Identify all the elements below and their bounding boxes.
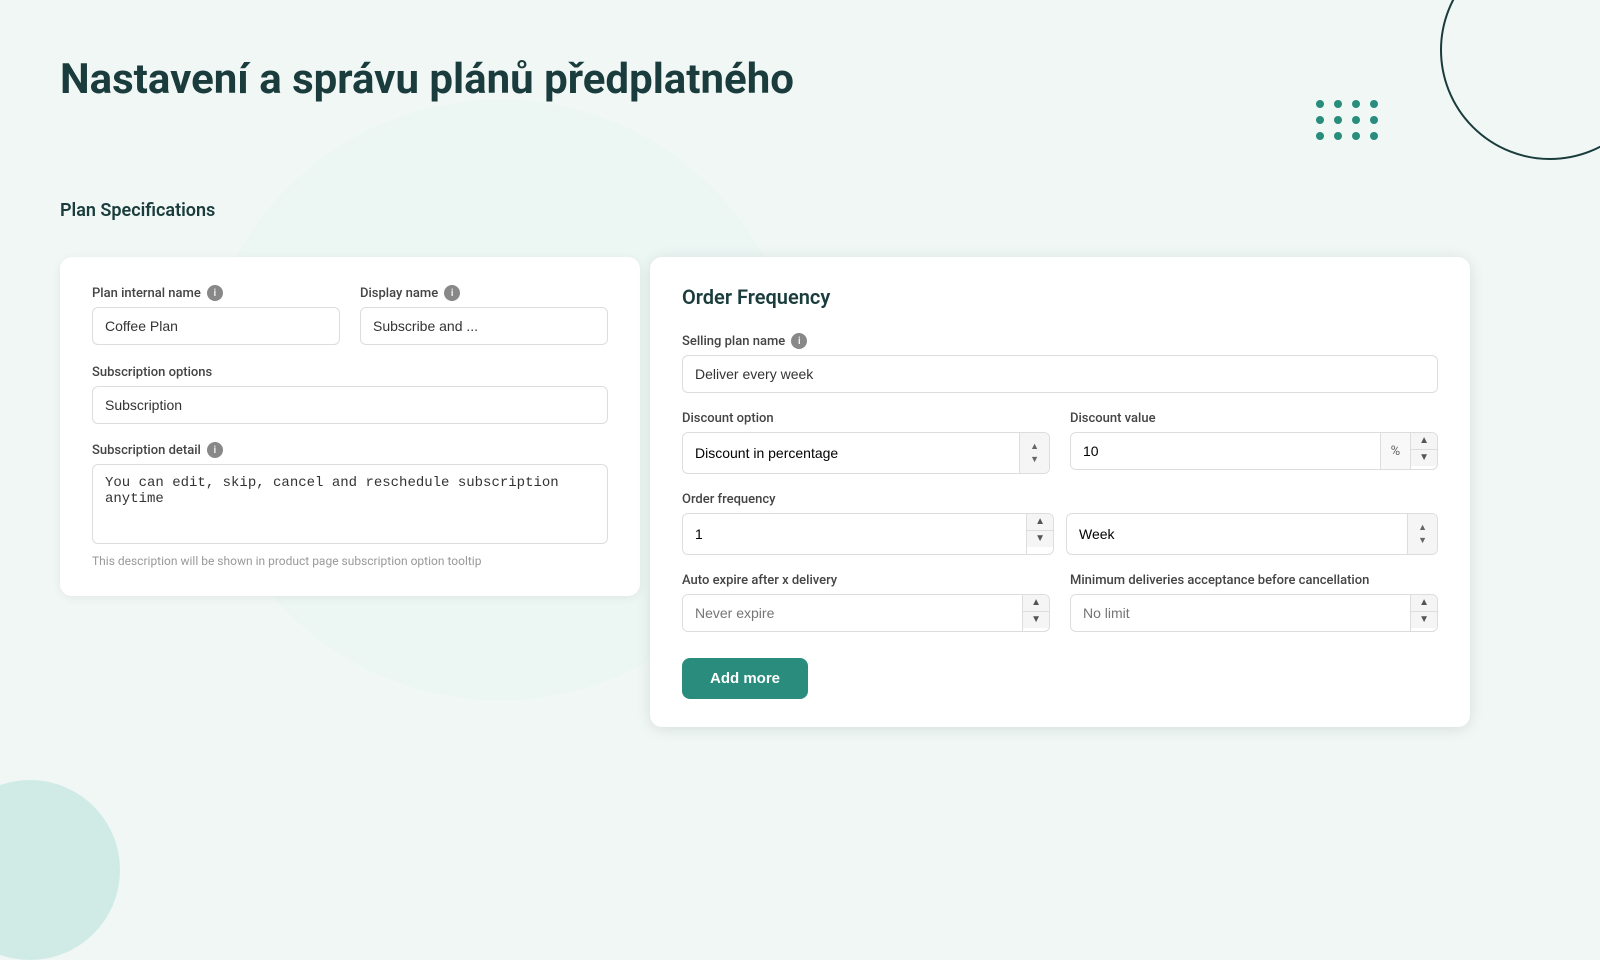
plan-internal-name-label: Plan internal name i <box>92 285 340 301</box>
discount-value-wrapper: % ▲ ▼ <box>1070 432 1438 470</box>
min-deliveries-stepper: ▲ ▼ <box>1410 595 1437 631</box>
subscription-detail-info-icon[interactable]: i <box>207 442 223 458</box>
auto-expire-input[interactable] <box>683 595 1022 631</box>
selling-plan-name-info-icon[interactable]: i <box>791 333 807 349</box>
order-frequency-title: Order Frequency <box>682 285 1438 309</box>
order-frequency-up[interactable]: ▲ <box>1027 514 1053 531</box>
content-area: Plan Specifications Plan internal name i… <box>60 200 1540 857</box>
discount-unit: % <box>1380 433 1411 469</box>
order-frequency-card: Order Frequency Selling plan name i Disc… <box>650 257 1470 727</box>
display-name-label: Display name i <box>360 285 608 301</box>
page-title: Nastavení a správu plánů předplatného <box>60 55 794 104</box>
bg-decoration-circle-top-right <box>1440 0 1600 160</box>
display-name-info-icon[interactable]: i <box>444 285 460 301</box>
auto-expire-down[interactable]: ▼ <box>1023 612 1049 628</box>
subscription-detail-label: Subscription detail i <box>92 442 608 458</box>
discount-option-select[interactable]: Discount in percentage Fixed amount disc… <box>683 435 1019 471</box>
plan-internal-name-info-icon[interactable]: i <box>207 285 223 301</box>
plan-specifications-card: Plan internal name i Display name i Subs… <box>60 257 640 596</box>
min-deliveries-down[interactable]: ▼ <box>1411 612 1437 628</box>
discount-value-input[interactable] <box>1071 433 1380 469</box>
discount-option-group: Discount option Discount in percentage F… <box>682 411 1050 474</box>
section-title: Plan Specifications <box>60 200 1540 221</box>
subscription-detail-group: Subscription detail i You can edit, skip… <box>92 442 608 544</box>
selling-plan-name-label: Selling plan name i <box>682 333 1438 349</box>
discount-option-label: Discount option <box>682 411 1050 426</box>
subscription-detail-hint: This description will be shown in produc… <box>92 554 608 568</box>
plan-internal-name-group: Plan internal name i <box>92 285 340 345</box>
min-deliveries-up[interactable]: ▲ <box>1411 595 1437 612</box>
discount-value-group: Discount value % ▲ ▼ <box>1070 411 1438 474</box>
subscription-options-input[interactable] <box>92 386 608 424</box>
order-frequency-inputs: ▲ ▼ Week Day Month ▲ ▼ <box>682 513 1438 555</box>
min-deliveries-wrapper: ▲ ▼ <box>1070 594 1438 632</box>
name-row: Plan internal name i Display name i <box>92 285 608 345</box>
auto-expire-up[interactable]: ▲ <box>1023 595 1049 612</box>
order-frequency-unit-wrapper: Week Day Month ▲ ▼ <box>1066 513 1438 555</box>
selling-plan-name-group: Selling plan name i <box>682 333 1438 393</box>
plan-internal-name-input[interactable] <box>92 307 340 345</box>
discount-option-select-wrapper: Discount in percentage Fixed amount disc… <box>682 432 1050 474</box>
subscription-options-group: Subscription options <box>92 365 608 424</box>
order-frequency-group: Order frequency ▲ ▼ Week Day Month <box>682 492 1438 555</box>
min-deliveries-input[interactable] <box>1071 595 1410 631</box>
order-frequency-label: Order frequency <box>682 492 1438 507</box>
order-frequency-unit-arrow[interactable]: ▲ ▼ <box>1407 514 1437 554</box>
auto-expire-stepper: ▲ ▼ <box>1022 595 1049 631</box>
subscription-detail-textarea[interactable]: You can edit, skip, cancel and reschedul… <box>92 464 608 544</box>
min-deliveries-group: Minimum deliveries acceptance before can… <box>1070 573 1438 632</box>
order-frequency-down[interactable]: ▼ <box>1027 531 1053 547</box>
display-name-input[interactable] <box>360 307 608 345</box>
discount-value-up[interactable]: ▲ <box>1411 433 1437 450</box>
auto-expire-group: Auto expire after x delivery ▲ ▼ <box>682 573 1050 632</box>
order-frequency-number-wrapper: ▲ ▼ <box>682 513 1054 555</box>
discount-option-arrow[interactable]: ▲ ▼ <box>1019 433 1049 473</box>
discount-value-stepper: ▲ ▼ <box>1410 433 1437 469</box>
order-frequency-number-input[interactable] <box>683 514 1026 554</box>
cards-container: Plan internal name i Display name i Subs… <box>60 257 1540 857</box>
discount-row: Discount option Discount in percentage F… <box>682 411 1438 474</box>
discount-value-label: Discount value <box>1070 411 1438 426</box>
add-more-button[interactable]: Add more <box>682 658 808 699</box>
dots-decoration <box>1316 100 1380 140</box>
auto-expire-wrapper: ▲ ▼ <box>682 594 1050 632</box>
subscription-options-label: Subscription options <box>92 365 608 380</box>
min-deliveries-label: Minimum deliveries acceptance before can… <box>1070 573 1438 588</box>
auto-expire-label: Auto expire after x delivery <box>682 573 1050 588</box>
order-frequency-unit-select[interactable]: Week Day Month <box>1067 516 1407 552</box>
discount-value-down[interactable]: ▼ <box>1411 450 1437 466</box>
selling-plan-name-input[interactable] <box>682 355 1438 393</box>
display-name-group: Display name i <box>360 285 608 345</box>
expire-row: Auto expire after x delivery ▲ ▼ Minimum… <box>682 573 1438 632</box>
order-frequency-stepper: ▲ ▼ <box>1026 514 1053 554</box>
